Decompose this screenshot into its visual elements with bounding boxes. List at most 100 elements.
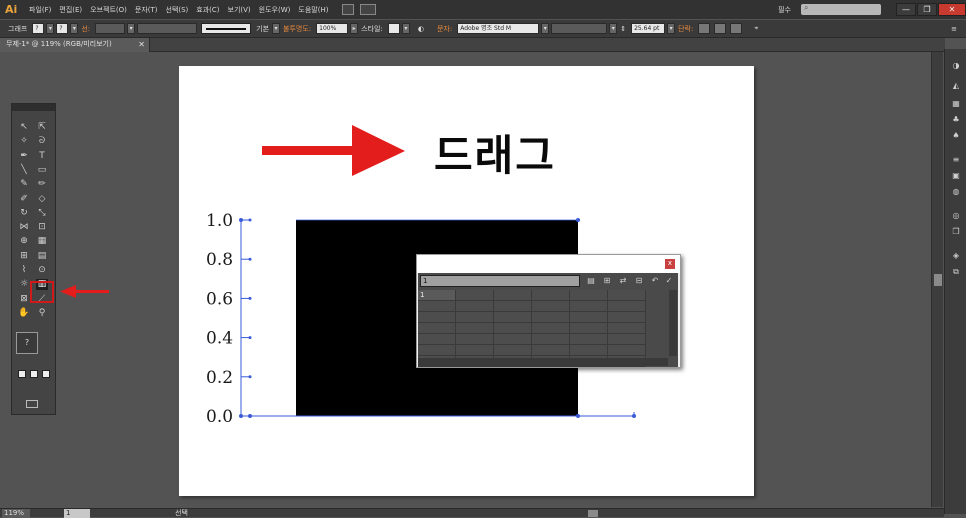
- magic-wand-tool-icon[interactable]: ✧: [18, 136, 30, 147]
- data-grid-cell[interactable]: [418, 334, 456, 345]
- pencil-tool-icon[interactable]: ✏: [36, 179, 48, 190]
- switch-xy-icon[interactable]: ⇄: [618, 276, 628, 286]
- swatches-icon[interactable]: ▦: [950, 99, 962, 109]
- paintbrush-tool-icon[interactable]: ✎: [18, 179, 30, 190]
- data-grid-cell[interactable]: [494, 334, 532, 345]
- data-grid-cell[interactable]: [570, 334, 608, 345]
- cell-entry-field[interactable]: 1: [420, 275, 580, 287]
- direct-selection-tool-icon[interactable]: ⇱: [36, 122, 48, 133]
- draw-normal-icon[interactable]: [18, 370, 26, 378]
- line-segment-tool-icon[interactable]: ╲: [18, 165, 30, 176]
- data-grid-cell[interactable]: [608, 334, 646, 345]
- hand-tool-icon[interactable]: ✋: [18, 308, 30, 319]
- data-grid-cell[interactable]: [418, 345, 456, 356]
- cell-style-icon[interactable]: ⊟: [634, 276, 644, 286]
- data-grid-cell[interactable]: [608, 312, 646, 323]
- data-grid-cell[interactable]: [532, 334, 570, 345]
- y-tick-anchor: [248, 218, 252, 222]
- layers-icon[interactable]: ◈: [950, 251, 962, 261]
- data-grid-cell[interactable]: [494, 301, 532, 312]
- data-grid-cell[interactable]: [456, 334, 494, 345]
- data-grid-cell[interactable]: [608, 345, 646, 356]
- data-grid-cell[interactable]: [532, 312, 570, 323]
- screen-mode-icon[interactable]: [26, 400, 38, 408]
- draw-behind-icon[interactable]: [30, 370, 38, 378]
- tools-panel-header[interactable]: [12, 104, 55, 111]
- brushes-icon[interactable]: ♣: [950, 115, 962, 125]
- rotate-tool-icon[interactable]: ↻: [18, 208, 30, 219]
- data-grid-cell[interactable]: [494, 345, 532, 356]
- data-grid-cell[interactable]: [494, 312, 532, 323]
- data-grid-cell[interactable]: [494, 290, 532, 301]
- data-grid-cell[interactable]: [532, 290, 570, 301]
- data-grid-cell[interactable]: [570, 301, 608, 312]
- width-tool-icon[interactable]: ⋈: [18, 222, 30, 233]
- graph-data-window-titlebar[interactable]: x: [417, 255, 680, 273]
- data-grid-cell[interactable]: [456, 345, 494, 356]
- eyedropper-tool-icon[interactable]: ⌇: [18, 265, 30, 276]
- data-grid-cell[interactable]: [532, 301, 570, 312]
- graph-data-close-button[interactable]: x: [665, 259, 675, 269]
- data-grid-horizontal-scrollbar[interactable]: [418, 358, 668, 366]
- canvas-horizontal-scroll-thumb[interactable]: [588, 510, 598, 517]
- status-text[interactable]: 선택: [175, 509, 188, 517]
- zoom-tool-icon[interactable]: ⚲: [36, 308, 48, 319]
- graphic-styles-icon[interactable]: ❒: [950, 227, 962, 237]
- canvas-vertical-scrollbar[interactable]: [931, 52, 943, 507]
- data-grid-cell[interactable]: [456, 301, 494, 312]
- data-grid-cell[interactable]: [532, 345, 570, 356]
- eraser-tool-icon[interactable]: ◇: [36, 194, 48, 205]
- scale-tool-icon[interactable]: ⤡: [36, 208, 48, 219]
- gradient-tool-icon[interactable]: ▤: [36, 251, 48, 262]
- blend-tool-icon[interactable]: ⊙: [36, 265, 48, 276]
- rectangle-tool-icon[interactable]: ▭: [36, 165, 48, 176]
- import-data-icon[interactable]: ▤: [586, 276, 596, 286]
- revert-icon[interactable]: ↶: [650, 276, 660, 286]
- y-tick-anchor: [248, 336, 252, 340]
- gradient-icon[interactable]: ▣: [950, 171, 962, 181]
- transpose-icon[interactable]: ⊞: [602, 276, 612, 286]
- artboards-icon[interactable]: ⧉: [950, 267, 962, 277]
- fill-stroke-swatch[interactable]: ?: [16, 332, 38, 354]
- data-grid-cell[interactable]: [570, 345, 608, 356]
- data-grid-cell[interactable]: [456, 312, 494, 323]
- perspective-grid-tool-icon[interactable]: ▦: [36, 236, 48, 247]
- draw-inside-icon[interactable]: [42, 370, 50, 378]
- data-grid-cell[interactable]: [456, 290, 494, 301]
- data-grid-cell[interactable]: [532, 323, 570, 334]
- lasso-tool-icon[interactable]: ᘐ: [36, 136, 48, 147]
- pen-tool-icon[interactable]: ✒: [18, 151, 30, 162]
- graph-data-window[interactable]: x 1 ▤ ⊞ ⇄ ⊟ ↶ ✓ 1: [416, 254, 681, 368]
- data-grid-cell[interactable]: [418, 301, 456, 312]
- data-grid-cell[interactable]: [570, 290, 608, 301]
- artboard-tool-icon[interactable]: ⊠: [18, 294, 30, 305]
- mesh-tool-icon[interactable]: ⊞: [18, 251, 30, 262]
- type-tool-icon[interactable]: T: [36, 151, 48, 162]
- symbols-icon[interactable]: ♠: [950, 131, 962, 141]
- canvas-vertical-scroll-thumb[interactable]: [934, 274, 942, 286]
- data-grid-cell[interactable]: [608, 301, 646, 312]
- color-guide-icon[interactable]: ◭: [950, 81, 962, 91]
- data-grid-cell[interactable]: 1: [418, 290, 456, 301]
- selection-anchor: [248, 414, 252, 418]
- symbol-sprayer-tool-icon[interactable]: ☼: [18, 279, 30, 290]
- shape-builder-tool-icon[interactable]: ⊕: [18, 236, 30, 247]
- data-grid-cell[interactable]: [418, 312, 456, 323]
- free-transform-tool-icon[interactable]: ⊡: [36, 222, 48, 233]
- stroke-icon[interactable]: ≡: [950, 155, 962, 165]
- apply-icon[interactable]: ✓: [664, 276, 674, 286]
- data-grid[interactable]: 1: [418, 290, 668, 367]
- data-grid-vertical-scrollbar[interactable]: [669, 290, 677, 356]
- selection-tool-icon[interactable]: ↖: [18, 122, 30, 133]
- data-grid-cell[interactable]: [570, 312, 608, 323]
- data-grid-cell[interactable]: [608, 290, 646, 301]
- transparency-icon[interactable]: ◍: [950, 187, 962, 197]
- data-grid-cell[interactable]: [608, 323, 646, 334]
- data-grid-cell[interactable]: [494, 323, 532, 334]
- data-grid-cell[interactable]: [570, 323, 608, 334]
- appearance-icon[interactable]: ◎: [950, 211, 962, 221]
- data-grid-cell[interactable]: [418, 323, 456, 334]
- blob-brush-tool-icon[interactable]: ✐: [18, 194, 30, 205]
- color-icon[interactable]: ◑: [950, 61, 962, 71]
- data-grid-cell[interactable]: [456, 323, 494, 334]
